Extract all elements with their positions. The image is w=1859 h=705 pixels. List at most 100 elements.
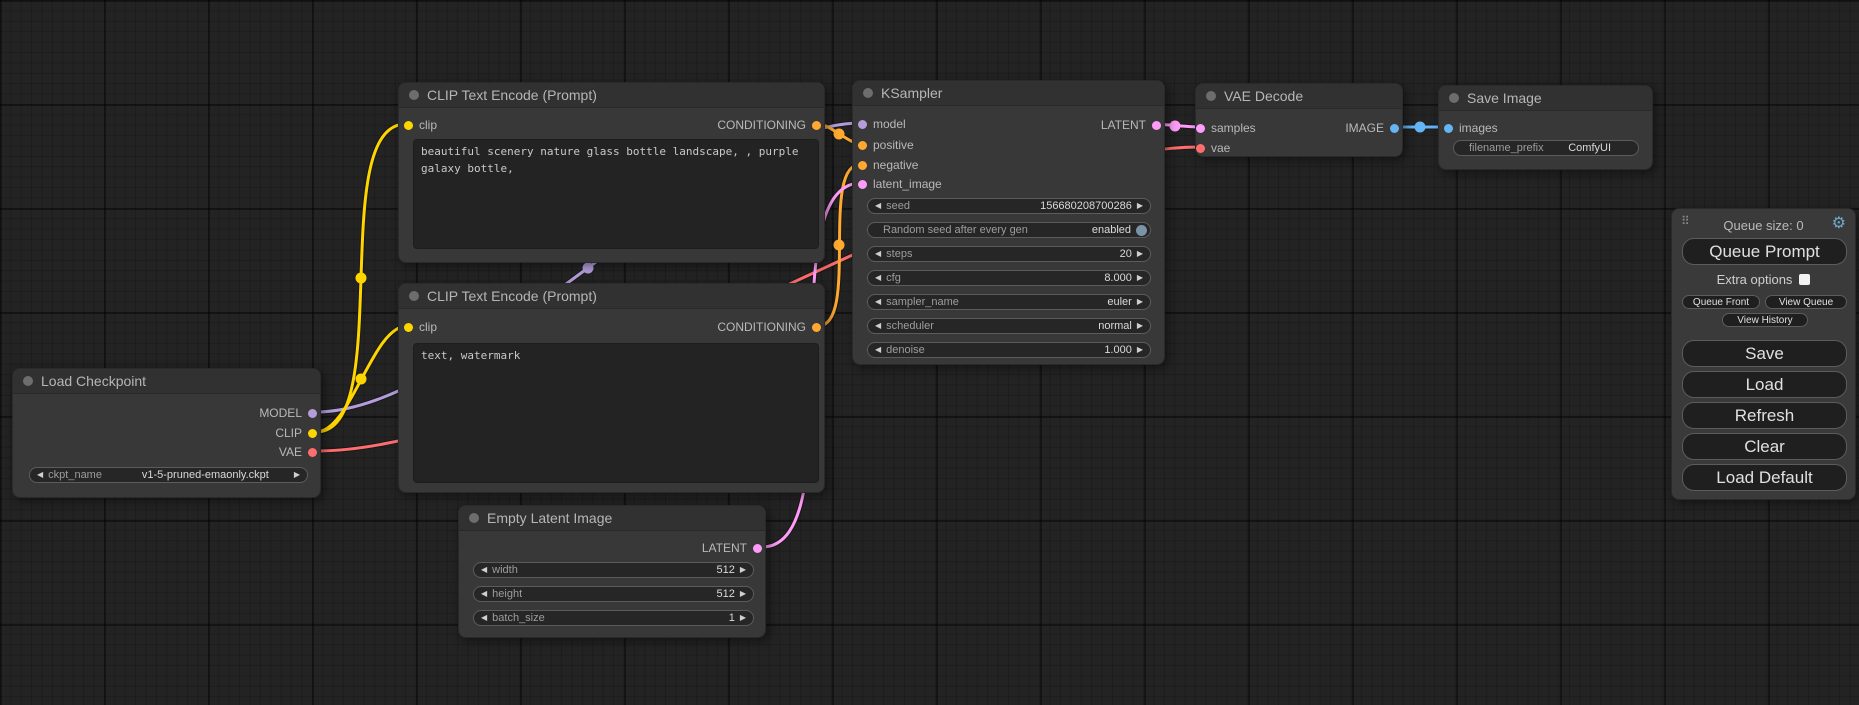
decrement-arrow-icon[interactable]: ◀ xyxy=(875,250,881,258)
node-title-bar[interactable]: CLIP Text Encode (Prompt) xyxy=(399,83,824,108)
port-dot-model[interactable] xyxy=(858,120,867,129)
increment-arrow-icon[interactable]: ▶ xyxy=(1137,250,1143,258)
gear-icon[interactable]: ⚙ xyxy=(1832,213,1846,235)
decrement-arrow-icon[interactable]: ◀ xyxy=(875,202,881,210)
port-dot-conditioning[interactable] xyxy=(858,161,867,170)
node-title-bar[interactable]: Save Image xyxy=(1439,86,1652,111)
port-dot-clip[interactable] xyxy=(404,323,413,332)
toggle-knob[interactable] xyxy=(1136,225,1147,236)
increment-arrow-icon[interactable]: ▶ xyxy=(1137,322,1143,330)
input-port-positive[interactable]: positive xyxy=(858,138,914,152)
port-dot-clip[interactable] xyxy=(308,429,317,438)
widget-width[interactable]: ◀ width 512 ▶ xyxy=(473,562,754,578)
node-title-bar[interactable]: CLIP Text Encode (Prompt) xyxy=(399,284,824,309)
output-port-latent[interactable]: LATENT xyxy=(1101,118,1161,132)
node-collapse-dot[interactable] xyxy=(469,513,479,523)
port-dot-conditioning[interactable] xyxy=(858,141,867,150)
widget-sampler-name[interactable]: ◀ sampler_name euler ▶ xyxy=(867,294,1151,310)
port-dot-conditioning[interactable] xyxy=(812,323,821,332)
increment-arrow-icon[interactable]: ▶ xyxy=(1137,202,1143,210)
node-ksampler[interactable]: KSampler model positive negative latent_… xyxy=(852,80,1165,365)
prompt-textarea-positive[interactable]: beautiful scenery nature glass bottle la… xyxy=(413,139,819,249)
save-button[interactable]: Save xyxy=(1682,340,1847,367)
node-load-checkpoint[interactable]: Load Checkpoint MODEL CLIP VAE ◀ ckpt_na… xyxy=(12,368,321,498)
port-dot-latent[interactable] xyxy=(858,180,867,189)
node-title-bar[interactable]: Empty Latent Image xyxy=(459,506,765,531)
node-collapse-dot[interactable] xyxy=(1449,93,1459,103)
node-title-bar[interactable]: KSampler xyxy=(853,81,1164,106)
port-dot-image[interactable] xyxy=(1390,124,1399,133)
node-collapse-dot[interactable] xyxy=(863,88,873,98)
increment-arrow-icon[interactable]: ▶ xyxy=(740,614,746,622)
node-collapse-dot[interactable] xyxy=(1206,91,1216,101)
input-port-clip[interactable]: clip xyxy=(404,320,437,334)
input-port-model[interactable]: model xyxy=(858,117,906,131)
input-port-images[interactable]: images xyxy=(1444,121,1498,135)
decrement-arrow-icon[interactable]: ◀ xyxy=(481,566,487,574)
input-port-latent-image[interactable]: latent_image xyxy=(858,177,942,191)
increment-arrow-icon[interactable]: ▶ xyxy=(740,590,746,598)
drag-handle-icon[interactable]: ⠿ xyxy=(1681,214,1689,228)
output-port-conditioning[interactable]: CONDITIONING xyxy=(717,320,821,334)
queue-prompt-button[interactable]: Queue Prompt xyxy=(1682,238,1847,265)
increment-arrow-icon[interactable]: ▶ xyxy=(1137,274,1143,282)
node-title-bar[interactable]: Load Checkpoint xyxy=(13,369,320,394)
input-port-vae[interactable]: vae xyxy=(1196,141,1230,155)
queue-front-button[interactable]: Queue Front xyxy=(1682,295,1760,309)
port-dot-model[interactable] xyxy=(308,409,317,418)
node-collapse-dot[interactable] xyxy=(23,376,33,386)
widget-height[interactable]: ◀ height 512 ▶ xyxy=(473,586,754,602)
node-graph-canvas[interactable]: Load Checkpoint MODEL CLIP VAE ◀ ckpt_na… xyxy=(0,0,1859,705)
decrement-arrow-icon[interactable]: ◀ xyxy=(481,590,487,598)
port-dot-vae[interactable] xyxy=(1196,144,1205,153)
widget-filename-prefix[interactable]: filename_prefix ComfyUI xyxy=(1453,140,1639,156)
input-port-clip[interactable]: clip xyxy=(404,118,437,132)
view-queue-button[interactable]: View Queue xyxy=(1765,295,1847,309)
extra-options-checkbox[interactable] xyxy=(1799,274,1810,285)
port-dot-latent[interactable] xyxy=(1196,124,1205,133)
queue-menu-panel[interactable]: ⠿ Queue size: 0 ⚙ Queue Prompt Extra opt… xyxy=(1671,208,1856,500)
decrement-arrow-icon[interactable]: ◀ xyxy=(875,346,881,354)
load-default-button[interactable]: Load Default xyxy=(1682,464,1847,491)
output-port-latent[interactable]: LATENT xyxy=(702,541,762,555)
output-port-vae[interactable]: VAE xyxy=(279,445,317,459)
node-empty-latent-image[interactable]: Empty Latent Image LATENT ◀ width 512 ▶ … xyxy=(458,505,766,638)
widget-cfg[interactable]: ◀ cfg 8.000 ▶ xyxy=(867,270,1151,286)
node-collapse-dot[interactable] xyxy=(409,90,419,100)
widget-ckpt-name[interactable]: ◀ ckpt_name v1-5-pruned-emaonly.ckpt ▶ xyxy=(29,467,308,483)
decrement-arrow-icon[interactable]: ◀ xyxy=(875,274,881,282)
widget-scheduler[interactable]: ◀ scheduler normal ▶ xyxy=(867,318,1151,334)
port-dot-conditioning[interactable] xyxy=(812,121,821,130)
refresh-button[interactable]: Refresh xyxy=(1682,402,1847,429)
node-clip-text-encode-positive[interactable]: CLIP Text Encode (Prompt) clip CONDITION… xyxy=(398,82,825,263)
output-port-conditioning[interactable]: CONDITIONING xyxy=(717,118,821,132)
increment-arrow-icon[interactable]: ▶ xyxy=(1137,346,1143,354)
widget-batch-size[interactable]: ◀ batch_size 1 ▶ xyxy=(473,610,754,626)
decrement-arrow-icon[interactable]: ◀ xyxy=(37,471,43,479)
increment-arrow-icon[interactable]: ▶ xyxy=(1137,298,1143,306)
widget-seed[interactable]: ◀ seed 156680208700286 ▶ xyxy=(867,198,1151,214)
decrement-arrow-icon[interactable]: ◀ xyxy=(481,614,487,622)
decrement-arrow-icon[interactable]: ◀ xyxy=(875,322,881,330)
port-dot-latent[interactable] xyxy=(1152,121,1161,130)
input-port-samples[interactable]: samples xyxy=(1196,121,1256,135)
node-vae-decode[interactable]: VAE Decode samples vae IMAGE xyxy=(1195,83,1403,157)
port-dot-clip[interactable] xyxy=(404,121,413,130)
node-clip-text-encode-negative[interactable]: CLIP Text Encode (Prompt) clip CONDITION… xyxy=(398,283,825,493)
input-port-negative[interactable]: negative xyxy=(858,158,918,172)
clear-button[interactable]: Clear xyxy=(1682,433,1847,460)
output-port-clip[interactable]: CLIP xyxy=(275,426,317,440)
increment-arrow-icon[interactable]: ▶ xyxy=(294,471,300,479)
decrement-arrow-icon[interactable]: ◀ xyxy=(875,298,881,306)
view-history-button[interactable]: View History xyxy=(1722,313,1808,327)
node-collapse-dot[interactable] xyxy=(409,291,419,301)
increment-arrow-icon[interactable]: ▶ xyxy=(740,566,746,574)
node-save-image[interactable]: Save Image images filename_prefix ComfyU… xyxy=(1438,85,1653,170)
port-dot-latent[interactable] xyxy=(753,544,762,553)
node-title-bar[interactable]: VAE Decode xyxy=(1196,84,1402,109)
port-dot-vae[interactable] xyxy=(308,448,317,457)
widget-random-seed-toggle[interactable]: Random seed after every gen enabled xyxy=(867,222,1151,238)
load-button[interactable]: Load xyxy=(1682,371,1847,398)
output-port-image[interactable]: IMAGE xyxy=(1345,121,1399,135)
port-dot-image[interactable] xyxy=(1444,124,1453,133)
